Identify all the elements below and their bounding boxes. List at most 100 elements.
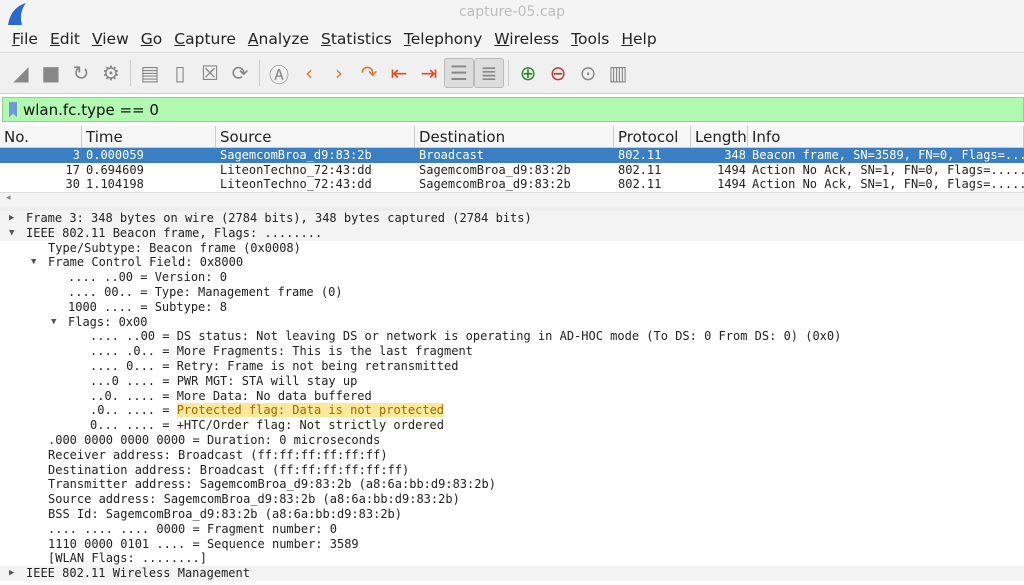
expand-arrow-closed-icon[interactable]: ▶ bbox=[9, 211, 14, 226]
cell-protocol: 802.11 bbox=[618, 148, 662, 162]
column-header-source[interactable]: Source bbox=[216, 126, 415, 147]
tree-item[interactable]: .... ..00 = DS status: Not leaving DS or… bbox=[0, 329, 1024, 344]
stop-capture-button[interactable]: ■ bbox=[36, 58, 66, 88]
tree-item-label: ...0 .... = PWR MGT: STA will stay up bbox=[90, 374, 357, 389]
tree-item-label: Destination address: Broadcast (ff:ff:ff… bbox=[48, 463, 409, 478]
tree-item-text: BSS Id: SagemcomBroa_d9:83:2b (a8:6a:bb:… bbox=[48, 507, 403, 521]
tree-item-label: 1110 0000 0101 .... = Sequence number: 3… bbox=[48, 537, 359, 552]
tree-item-text: Frame 3: 348 bytes on wire (2784 bits), … bbox=[26, 211, 532, 225]
menu-help[interactable]: Help bbox=[615, 26, 662, 52]
find-packet-button[interactable]: Ⓐ bbox=[264, 58, 294, 88]
tree-item-text: Destination address: Broadcast (ff:ff:ff… bbox=[48, 462, 410, 477]
menu-view[interactable]: View bbox=[86, 26, 135, 52]
tree-item[interactable]: Transmitter address: SagemcomBroa_d9:83:… bbox=[0, 477, 1024, 492]
resize-columns-button[interactable]: ▥ bbox=[603, 58, 633, 88]
go-forward-button[interactable]: › bbox=[324, 58, 354, 88]
column-header-no[interactable]: No. bbox=[0, 126, 82, 147]
tree-item[interactable]: ..0. .... = More Data: No data buffered bbox=[0, 389, 1024, 404]
tree-item-label: Frame Control Field: 0x8000 bbox=[48, 255, 243, 270]
save-file-button[interactable]: ▯ bbox=[165, 58, 195, 88]
display-filter-input[interactable] bbox=[23, 100, 923, 119]
menu-go[interactable]: Go bbox=[135, 26, 169, 52]
column-header-destination[interactable]: Destination bbox=[415, 126, 614, 147]
column-header-time[interactable]: Time bbox=[82, 126, 216, 147]
normal-size-button[interactable]: ⊙ bbox=[573, 58, 603, 88]
go-to-packet-button[interactable]: ↷ bbox=[354, 58, 384, 88]
menu-telephony[interactable]: Telephony bbox=[398, 26, 488, 52]
tree-item[interactable]: .... 0... = Retry: Frame is not being re… bbox=[0, 359, 1024, 374]
close-file-icon: ☒ bbox=[201, 61, 219, 85]
open-file-button[interactable]: ▤ bbox=[135, 58, 165, 88]
cell-no: 3 bbox=[72, 148, 80, 162]
tree-item[interactable]: ▶ IEEE 802.11 Wireless Management bbox=[0, 566, 1024, 581]
toolbar-separator bbox=[130, 60, 131, 86]
tree-item[interactable]: ▼ Flags: 0x00 bbox=[0, 315, 1024, 330]
horizontal-scrollbar[interactable]: ◂ bbox=[0, 192, 1024, 206]
expand-arrow-open-icon[interactable]: ▼ bbox=[9, 226, 14, 241]
tree-item-label: .... 0... = Retry: Frame is not being re… bbox=[90, 359, 458, 374]
toolbar-separator bbox=[259, 60, 260, 86]
packet-row[interactable]: 30 1.104198 LiteonTechno_72:43:dd SagemcomB… bbox=[0, 177, 1024, 192]
go-back-button[interactable]: ‹ bbox=[294, 58, 324, 88]
zoom-in-button[interactable]: ⊕ bbox=[513, 58, 543, 88]
cell-protocol: 802.11 bbox=[618, 177, 662, 192]
column-header-info[interactable]: Info bbox=[748, 126, 1024, 147]
first-packet-button[interactable]: ⇤ bbox=[384, 58, 414, 88]
cell-time: 0.694609 bbox=[86, 162, 144, 177]
restart-capture-button[interactable]: ↻ bbox=[66, 58, 96, 88]
tree-item[interactable]: Type/Subtype: Beacon frame (0x0008) bbox=[0, 241, 1024, 256]
tree-item[interactable]: 1110 0000 0101 .... = Sequence number: 3… bbox=[0, 537, 1024, 552]
colorize-button[interactable]: ≣ bbox=[474, 58, 504, 88]
tree-item[interactable]: ▼ IEEE 802.11 Beacon frame, Flags: ......… bbox=[0, 225, 1024, 241]
close-file-button[interactable]: ☒ bbox=[195, 58, 225, 88]
save-file-icon: ▯ bbox=[174, 61, 186, 85]
tree-item-text: Type/Subtype: Beacon frame (0x0008) bbox=[48, 240, 301, 255]
reload-file-button[interactable]: ⟳ bbox=[225, 58, 255, 88]
tree-item-text: Transmitter address: SagemcomBroa_d9:83:… bbox=[48, 477, 496, 492]
tree-item[interactable]: .0.. .... = Protected flag: Data is not … bbox=[0, 403, 1024, 418]
menu-edit[interactable]: Edit bbox=[44, 26, 86, 52]
expand-arrow-open-icon[interactable]: ▼ bbox=[51, 315, 56, 330]
tree-item-label: Transmitter address: SagemcomBroa_d9:83:… bbox=[48, 477, 496, 492]
expand-arrow-open-icon[interactable]: ▼ bbox=[31, 255, 36, 270]
menu-capture[interactable]: Capture bbox=[168, 26, 242, 52]
tree-item[interactable]: [WLAN Flags: ........] bbox=[0, 551, 1024, 566]
tree-item-label: 1000 .... = Subtype: 8 bbox=[68, 300, 227, 315]
tree-item[interactable]: BSS Id: SagemcomBroa_d9:83:2b (a8:6a:bb:… bbox=[0, 507, 1024, 522]
packet-row[interactable]: 17 0.694609 LiteonTechno_72:43:dd SagemcomB… bbox=[0, 163, 1024, 178]
menu-wireless[interactable]: Wireless bbox=[488, 26, 565, 52]
last-packet-button[interactable]: ⇥ bbox=[414, 58, 444, 88]
capture-options-icon: ⚙ bbox=[102, 61, 120, 85]
menu-bar: File Edit View Go Capture Analyze Statistics Te… bbox=[0, 26, 1024, 52]
menu-tools[interactable]: Tools bbox=[565, 26, 615, 52]
menu-file[interactable]: File bbox=[6, 26, 44, 52]
autoscroll-button[interactable]: ☰ bbox=[444, 58, 474, 88]
tree-item[interactable]: .... .... .... 0000 = Fragment number: 0 bbox=[0, 522, 1024, 537]
tree-item[interactable]: .... ..00 = Version: 0 bbox=[0, 270, 1024, 285]
tree-item[interactable]: .000 0000 0000 0000 = Duration: 0 micros… bbox=[0, 433, 1024, 448]
tree-item-text: .... 00.. = Type: Management frame (0) bbox=[68, 285, 343, 299]
tree-item[interactable]: .... .0.. = More Fragments: This is the … bbox=[0, 344, 1024, 359]
start-capture-button[interactable]: ◢ bbox=[6, 58, 36, 88]
packet-row[interactable]: 3 0.000059 SagemcomBroa_d9:83:2b Broadcast 8… bbox=[0, 148, 1024, 163]
tree-item[interactable]: ▼ Frame Control Field: 0x8000 bbox=[0, 255, 1024, 270]
tree-item[interactable]: 1000 .... = Subtype: 8 bbox=[0, 300, 1024, 315]
expand-arrow-closed-icon[interactable]: ▶ bbox=[9, 566, 14, 581]
menu-statistics[interactable]: Statistics bbox=[315, 26, 398, 52]
tree-item[interactable]: Source address: SagemcomBroa_d9:83:2b (a… bbox=[0, 492, 1024, 507]
tree-item-label: .... ..00 = DS status: Not leaving DS or… bbox=[90, 329, 841, 344]
go-forward-icon: › bbox=[335, 61, 343, 85]
capture-options-button[interactable]: ⚙ bbox=[96, 58, 126, 88]
tree-item[interactable]: ▶ Frame 3: 348 bytes on wire (2784 bits),… bbox=[0, 211, 1024, 226]
column-header-length[interactable]: Length bbox=[691, 126, 748, 147]
menu-analyze[interactable]: Analyze bbox=[242, 26, 315, 52]
zoom-out-button[interactable]: ⊖ bbox=[543, 58, 573, 88]
bookmark-icon[interactable] bbox=[9, 101, 17, 118]
tree-item[interactable]: 0... .... = +HTC/Order flag: Not strictl… bbox=[0, 418, 1024, 433]
column-header-protocol[interactable]: Protocol bbox=[614, 126, 691, 147]
display-filter-bar bbox=[2, 97, 1024, 122]
tree-item[interactable]: ...0 .... = PWR MGT: STA will stay up bbox=[0, 374, 1024, 389]
tree-item[interactable]: Receiver address: Broadcast (ff:ff:ff:ff… bbox=[0, 448, 1024, 463]
tree-item[interactable]: .... 00.. = Type: Management frame (0) bbox=[0, 285, 1024, 300]
tree-item[interactable]: Destination address: Broadcast (ff:ff:ff… bbox=[0, 463, 1024, 478]
